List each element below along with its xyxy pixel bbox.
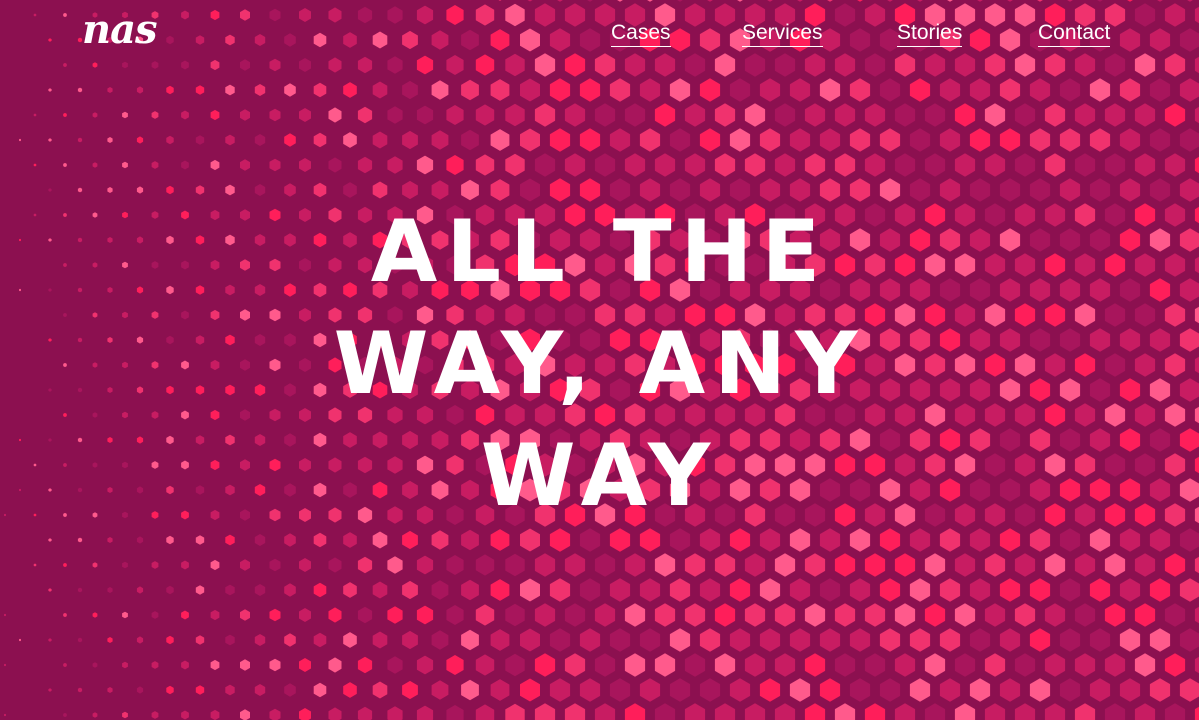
nav-link-stories[interactable]: Stories: [897, 20, 963, 47]
hero-line-3: WAY: [480, 426, 720, 526]
main-navigation: Cases Services Stories Contact: [0, 20, 1199, 50]
nav-link-contact[interactable]: Contact: [1038, 20, 1111, 47]
hero-line-1: ALL THE: [370, 202, 830, 302]
nav-link-cases[interactable]: Cases: [611, 20, 671, 47]
hero-headline: ALL THE WAY, ANY WAY: [260, 196, 940, 532]
nav-link-services[interactable]: Services: [742, 20, 823, 47]
hero-line-2: WAY, ANY: [333, 314, 867, 414]
